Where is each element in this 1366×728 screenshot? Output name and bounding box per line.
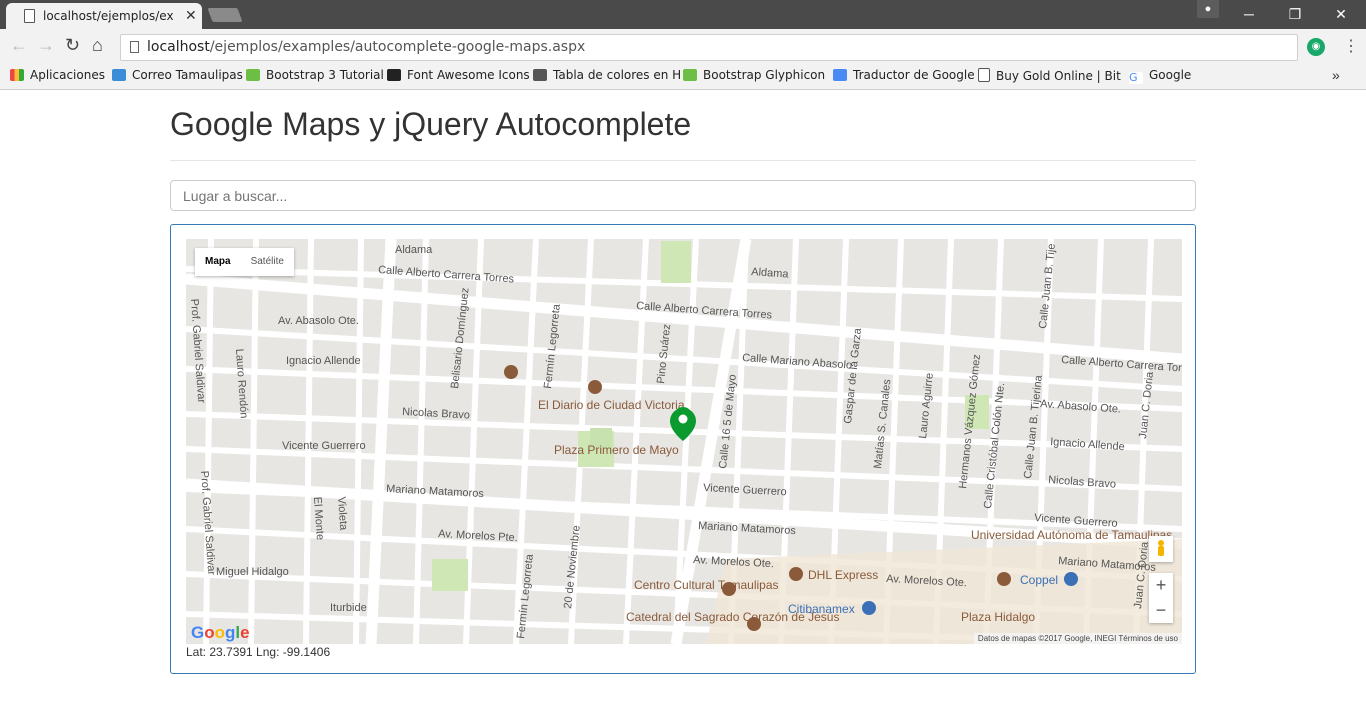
poi-marker[interactable] [862,601,876,615]
new-tab-button[interactable] [207,8,243,22]
url-text: localhost/ejemplos/examples/autocomplete… [147,39,586,55]
poi-label: Plaza Primero de Mayo [554,443,679,457]
bookmark-item[interactable]: Tabla de colores en H [533,68,681,82]
bookmark-item[interactable]: Font Awesome Icons [387,68,530,82]
maximize-button[interactable]: ❐ [1272,0,1318,29]
back-icon[interactable]: ← [10,35,28,56]
poi-label: DHL Express [808,568,878,582]
poi-label: Plaza Hidalgo [961,610,1035,624]
pegman-icon[interactable] [1149,536,1173,562]
reload-icon[interactable]: ↻ [65,35,80,56]
poi-marker[interactable] [789,567,803,581]
poi-marker[interactable] [997,572,1011,586]
page-content: Google Maps y jQuery Autocomplete Lugar … [0,90,1366,728]
map-label: Vicente Guerrero [282,440,366,452]
poi-label: Centro Cultural Tamaulipas [634,578,779,592]
google-map[interactable]: Aldama Calle Alberto Carrera Torres Call… [186,239,1182,644]
map-panel: Aldama Calle Alberto Carrera Torres Call… [170,224,1196,674]
user-icon[interactable]: ● [1197,0,1219,18]
bookmark-item[interactable]: Correo Tamaulipas [112,68,243,82]
minimize-button[interactable]: ─ [1226,0,1272,29]
poi-label: Coppel [1020,573,1058,587]
zoom-control: + − [1149,573,1173,623]
map-label: Ignacio Allende [286,355,361,367]
search-field[interactable] [170,180,1196,211]
poi-label-part: El Diario de Ciudad Victoria [538,398,685,412]
poi-label: Citibanamex [788,602,855,616]
page-icon [24,9,35,23]
w3-icon [246,69,260,81]
close-window-button[interactable]: ✕ [1318,0,1364,29]
address-bar[interactable]: localhost/ejemplos/examples/autocomplete… [120,34,1298,61]
menu-icon[interactable]: ⋮ [1343,36,1359,56]
map-label: Iturbide [330,602,367,614]
zoom-in-button[interactable]: + [1149,573,1173,598]
map-type-map-button[interactable]: Mapa [195,248,241,276]
map-label: Aldama [395,244,433,256]
map-type-control: Mapa Satélite [195,248,294,276]
poi-label: Universidad Autónoma de Tamaulipas [971,528,1172,542]
map-label: Violeta [335,496,349,531]
bookmark-item[interactable]: Traductor de Google [833,68,975,82]
home-icon[interactable]: ⌂ [92,35,103,56]
coordinates-readout: Lat: 23.7391 Lng: -99.1406 [186,645,331,659]
bookmarks-bar: Aplicaciones Correo Tamaulipas Bootstrap… [0,64,1366,90]
extension-icon[interactable]: ◉ [1307,38,1325,56]
translate-icon [833,69,847,81]
search-input[interactable] [171,181,1195,210]
browser-toolbar: ← → ↻ ⌂ localhost/ejemplos/examples/auto… [0,29,1366,64]
poi-marker[interactable] [504,365,518,379]
poi-marker[interactable] [588,380,602,394]
apps-icon [10,69,24,81]
bookmark-favicon [978,68,990,82]
bookmark-item[interactable]: G Google [1129,68,1191,84]
bookmark-favicon [112,69,126,81]
map-attribution[interactable]: Datos de mapas ©2017 Google, INEGI Térmi… [973,633,1182,644]
bookmark-favicon [533,69,547,81]
poi-marker[interactable] [1064,572,1078,586]
tab-title: localhost/ejemplos/exam [43,9,173,23]
browser-tab[interactable]: localhost/ejemplos/exam ✕ [6,3,202,29]
bookmark-item[interactable]: Buy Gold Online | Bit [978,68,1121,83]
poi-label: El Diario de Ciudad Victoria [538,398,685,412]
page-info-icon[interactable] [130,41,139,53]
map-type-satellite-button[interactable]: Satélite [241,248,294,276]
page-title: Google Maps y jQuery Autocomplete [170,106,692,142]
bookmark-item[interactable]: Bootstrap 3 Tutorial [246,68,384,82]
w3-icon [683,69,697,81]
bookmark-apps[interactable]: Aplicaciones [10,68,105,82]
forward-icon[interactable]: → [37,35,55,56]
zoom-out-button[interactable]: − [1149,598,1173,623]
tab-strip: localhost/ejemplos/exam ✕ ● ─ ❐ ✕ [0,0,1366,29]
close-tab-icon[interactable]: ✕ [185,7,197,24]
divider [170,160,1196,161]
map-canvas: Aldama Calle Alberto Carrera Torres Call… [186,239,1182,644]
map-label: Miguel Hidalgo [216,566,289,578]
svg-text:Google: Google [191,623,250,642]
bookmark-item[interactable]: Bootstrap Glyphicon [683,68,825,82]
google-icon: G [1129,72,1143,84]
flag-icon [387,69,401,81]
map-label: Av. Abasolo Ote. [278,315,359,327]
more-bookmarks-icon[interactable]: » [1332,67,1340,83]
